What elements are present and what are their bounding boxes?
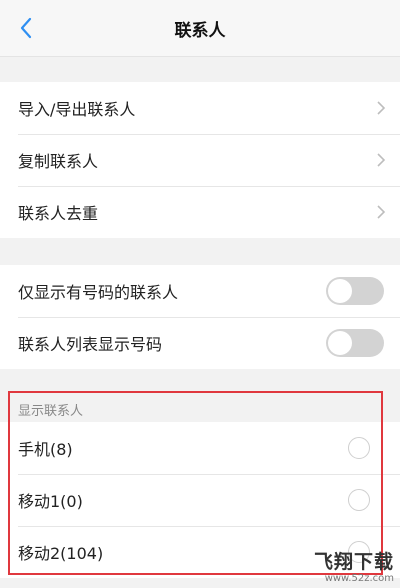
chevron-right-icon [377,153,386,167]
option-phone[interactable]: 手机(8) [0,422,400,474]
toggle-knob [328,331,352,355]
option-label: 移动1(0) [18,492,83,511]
option-mobile1[interactable]: 移动1(0) [0,474,400,526]
watermark-text: 飞翔下载 [313,551,394,573]
option-label: 移动2(104) [18,544,104,563]
setting-label: 仅显示有号码的联系人 [18,283,179,302]
setting-only-with-number: 仅显示有号码的联系人 [0,265,400,317]
menu-item-label: 联系人去重 [18,204,99,223]
back-button[interactable] [10,12,42,44]
toggle-group: 仅显示有号码的联系人 联系人列表显示号码 [0,265,400,369]
chevron-right-icon [377,205,386,219]
option-label: 手机(8) [18,440,73,459]
menu-item-copy-contacts[interactable]: 复制联系人 [0,134,400,186]
watermark-logo: 飞翔下载 www.52z.com [314,553,394,584]
menu-item-import-export[interactable]: 导入/导出联系人 [0,82,400,134]
only-with-number-toggle[interactable] [326,277,384,305]
option-radio[interactable] [348,437,370,459]
menu-group: 导入/导出联系人 复制联系人 联系人去重 [0,82,400,238]
menu-item-label: 复制联系人 [18,152,99,171]
section-label-display-contacts: 显示联系人 [18,404,84,419]
option-radio[interactable] [348,489,370,511]
app-header: 联系人 [0,0,400,57]
page-title: 联系人 [174,20,226,41]
chevron-left-icon [20,17,32,39]
toggle-knob [328,279,352,303]
watermark-url: www.52z.com [324,573,394,584]
chevron-right-icon [377,101,386,115]
setting-show-number-in-list: 联系人列表显示号码 [0,317,400,369]
menu-item-label: 导入/导出联系人 [18,100,136,119]
menu-item-dedupe[interactable]: 联系人去重 [0,186,400,238]
show-number-toggle[interactable] [326,329,384,357]
setting-label: 联系人列表显示号码 [18,335,163,354]
